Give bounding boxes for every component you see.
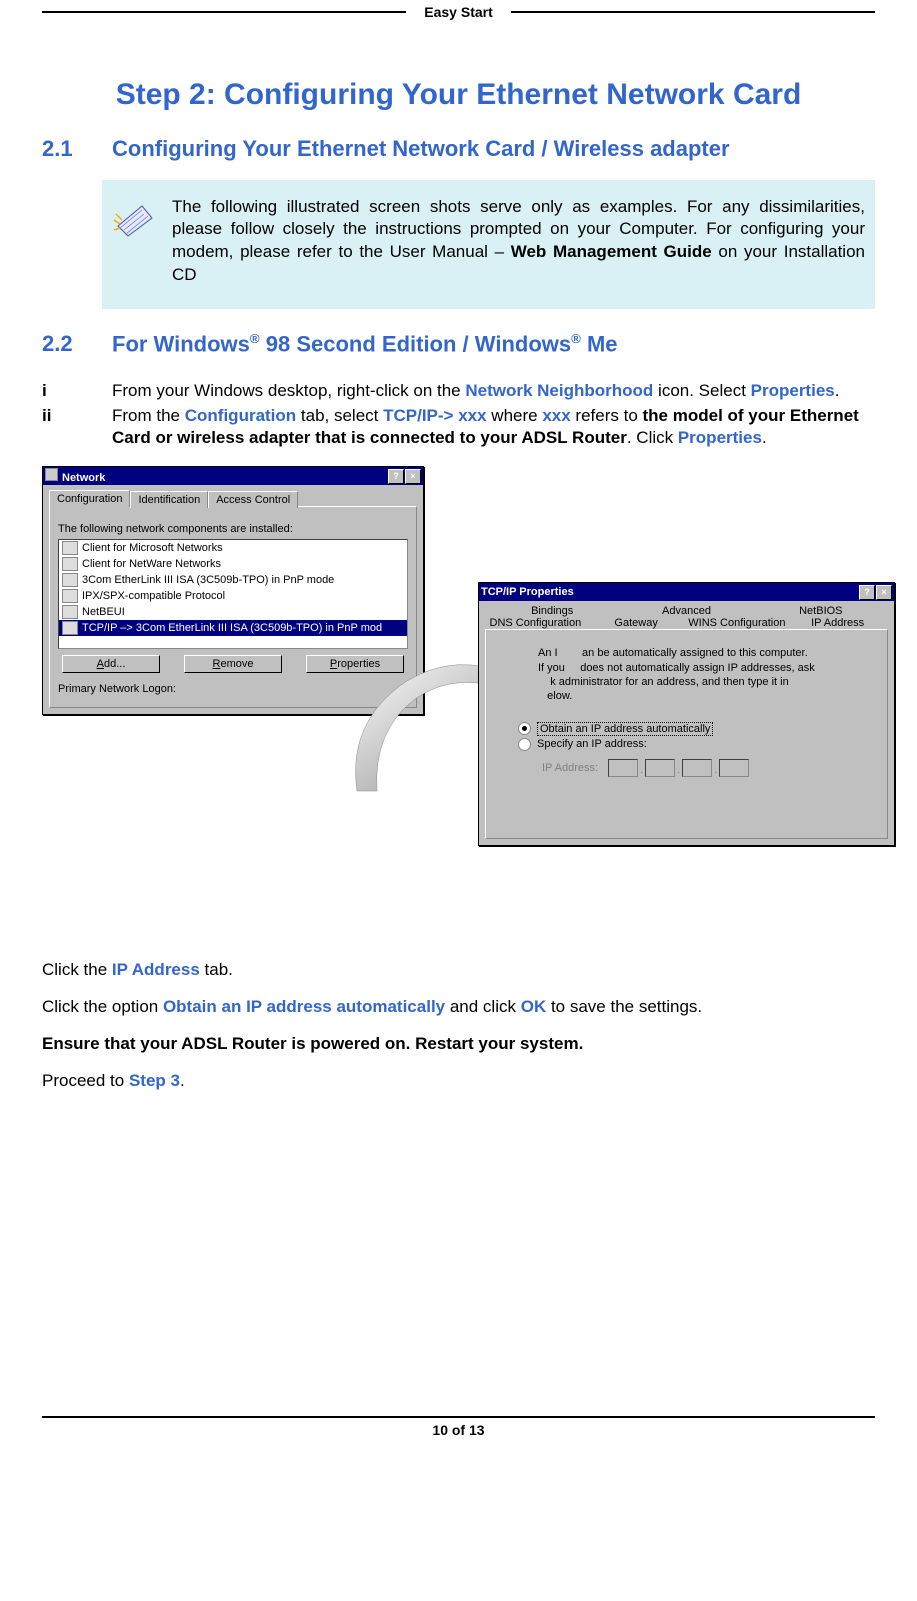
after-figure-text: Click the IP Address tab. Click the opti… xyxy=(42,956,875,1096)
section-title: For Windows® 98 Second Edition / Windows… xyxy=(112,331,875,357)
figure-area: Network ? × ConfigurationIdentificationA… xyxy=(42,466,875,936)
list-item[interactable]: 3Com EtherLink III ISA (3C509b-TPO) in P… xyxy=(59,572,407,588)
radio-obtain-auto[interactable]: Obtain an IP address automatically xyxy=(518,722,879,736)
tcpip-tabs: BindingsAdvancedNetBIOS DNS Configuratio… xyxy=(485,605,888,629)
tcpip-description: An I an be automatically assigned to thi… xyxy=(538,646,879,703)
primary-logon-label: Primary Network Logon: xyxy=(58,683,408,695)
components-label: The following network components are ins… xyxy=(58,523,408,535)
step-text: From your Windows desktop, right-click o… xyxy=(112,380,839,403)
tcpip-titlebar: TCP/IP Properties ? × xyxy=(479,583,894,601)
section-title: Configuring Your Ethernet Network Card /… xyxy=(112,136,875,162)
tab-netbios[interactable]: NetBIOS xyxy=(754,605,888,617)
tab-identification[interactable]: Identification xyxy=(130,491,208,508)
tab-gateway[interactable]: Gateway xyxy=(586,617,687,629)
tab-ip-address[interactable]: IP Address xyxy=(787,617,888,629)
list-item[interactable]: TCP/IP –> 3Com EtherLink III ISA (3C509b… xyxy=(59,620,407,636)
list-item[interactable]: NetBEUI xyxy=(59,604,407,620)
section-number: 2.1 xyxy=(42,136,112,162)
instruction-step: iiFrom the Configuration tab, select TCP… xyxy=(42,405,875,451)
header-title: Easy Start xyxy=(406,4,510,20)
properties-button[interactable]: Properties xyxy=(306,655,404,673)
note-text: The following illustrated screen shots s… xyxy=(172,196,865,288)
close-button[interactable]: × xyxy=(405,469,421,484)
remove-button[interactable]: Remove xyxy=(184,655,282,673)
tab-dns-configuration[interactable]: DNS Configuration xyxy=(485,617,586,629)
component-icon xyxy=(62,557,78,571)
page-number: 10 of 13 xyxy=(432,1422,484,1438)
tab-bindings[interactable]: Bindings xyxy=(485,605,619,617)
tcpip-dialog: TCP/IP Properties ? × BindingsAdvancedNe… xyxy=(478,582,895,846)
list-item[interactable]: IPX/SPX-compatible Protocol xyxy=(59,588,407,604)
help-button[interactable]: ? xyxy=(388,469,404,484)
tab-configuration[interactable]: Configuration xyxy=(49,490,130,507)
component-icon xyxy=(62,541,78,555)
network-tabs: ConfigurationIdentificationAccess Contro… xyxy=(49,489,417,506)
component-icon xyxy=(62,605,78,619)
ip-address-field: IP Address: . . . xyxy=(542,759,879,777)
components-listbox[interactable]: Client for Microsoft NetworksClient for … xyxy=(58,539,408,649)
component-icon xyxy=(62,573,78,587)
tab-access-control[interactable]: Access Control xyxy=(208,491,298,508)
step-marker: ii xyxy=(42,405,112,451)
radio-specify[interactable]: Specify an IP address: xyxy=(518,738,879,751)
header-rule: Easy Start xyxy=(42,4,875,20)
window-icon xyxy=(45,468,58,481)
section-2-1-heading: 2.1 Configuring Your Ethernet Network Ca… xyxy=(42,136,875,162)
step-marker: i xyxy=(42,380,112,403)
note-icon xyxy=(112,196,160,244)
component-icon xyxy=(62,589,78,603)
note-box: The following illustrated screen shots s… xyxy=(102,180,875,310)
tab-wins-configuration[interactable]: WINS Configuration xyxy=(687,617,788,629)
instruction-list: iFrom your Windows desktop, right-click … xyxy=(42,380,875,451)
network-dialog: Network ? × ConfigurationIdentificationA… xyxy=(42,466,424,715)
list-item[interactable]: Client for NetWare Networks xyxy=(59,556,407,572)
component-icon xyxy=(62,621,78,635)
footer: 10 of 13 xyxy=(42,1416,875,1438)
list-item[interactable]: Client for Microsoft Networks xyxy=(59,540,407,556)
step-text: From the Configuration tab, select TCP/I… xyxy=(112,405,875,451)
radio-icon xyxy=(518,738,531,751)
instruction-step: iFrom your Windows desktop, right-click … xyxy=(42,380,875,403)
network-titlebar: Network ? × xyxy=(43,467,423,485)
close-button[interactable]: × xyxy=(876,585,892,600)
add-button[interactable]: Add... xyxy=(62,655,160,673)
radio-icon xyxy=(518,722,531,735)
help-button[interactable]: ? xyxy=(859,585,875,600)
step-title: Step 2: Configuring Your Ethernet Networ… xyxy=(42,76,875,114)
section-2-2-heading: 2.2 For Windows® 98 Second Edition / Win… xyxy=(42,331,875,357)
section-number: 2.2 xyxy=(42,331,112,357)
tab-advanced[interactable]: Advanced xyxy=(619,605,753,617)
